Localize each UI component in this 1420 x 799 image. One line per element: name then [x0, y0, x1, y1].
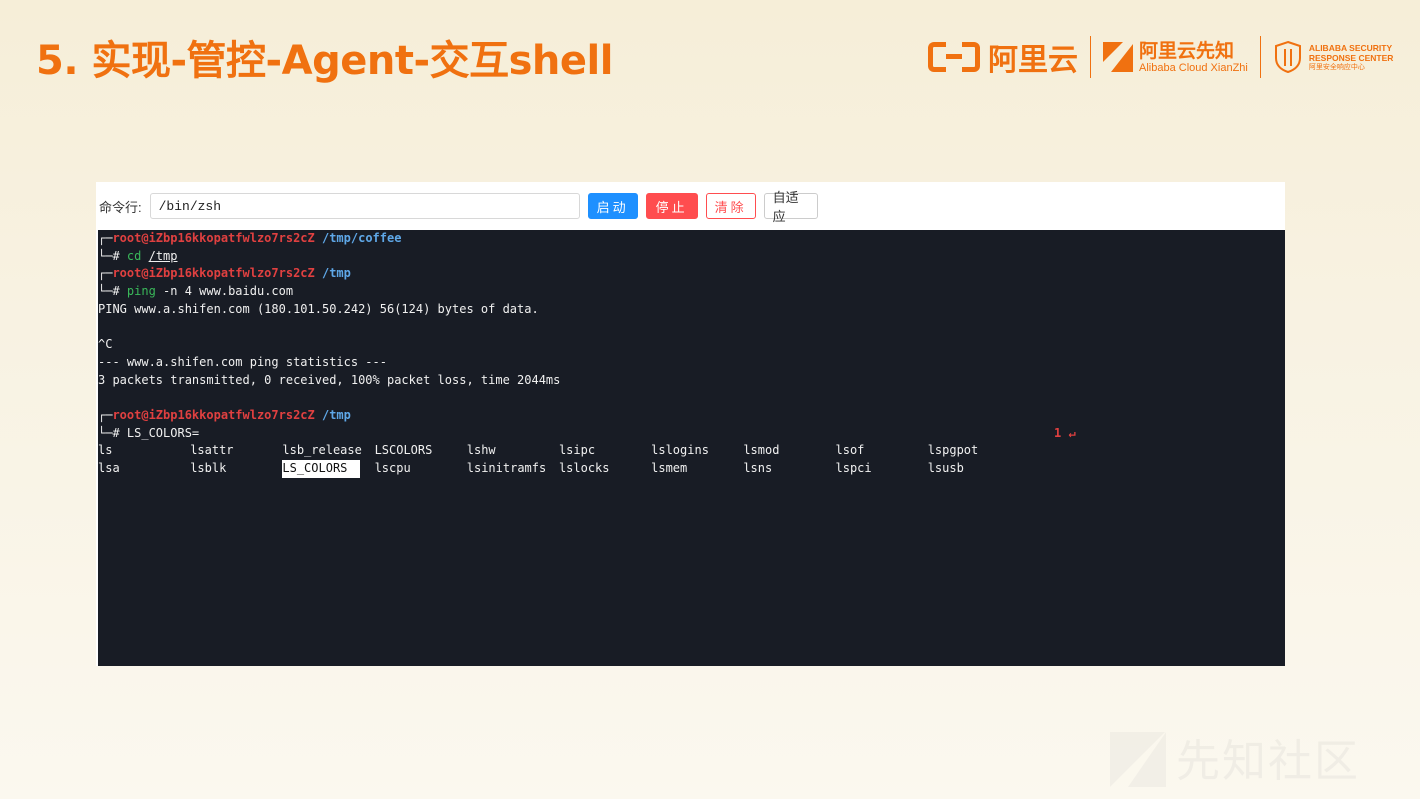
asrc-line1: ALIBABA SECURITY [1308, 42, 1393, 53]
cmd-input[interactable] [149, 193, 580, 219]
fit-button[interactable]: 自适应 [763, 190, 818, 224]
xianzhi-logo-cn: 阿里云先知 [1139, 39, 1235, 62]
completion-item: lsipc [558, 443, 596, 458]
terminal-line: └─# cd /tmp [98, 248, 178, 263]
completion-item: lslogins [651, 443, 709, 458]
prompt-path: /tmp [321, 266, 351, 281]
start-button[interactable]: 启动 [587, 193, 638, 219]
completion-item: LSCOLORS [374, 443, 433, 458]
terminal-blank [98, 389, 1285, 407]
terminal-output: ^C [98, 337, 113, 352]
completion-item: lsblk [190, 460, 227, 475]
logo-divider [1259, 36, 1261, 78]
completion-item: lsusb [927, 460, 964, 475]
terminal-line: └─# ping -n 4 www.baidu.com [98, 284, 294, 299]
prompt-user: root@iZbp16kkopatfwlzo7rs2cZ [112, 266, 315, 281]
shield-icon [1274, 40, 1301, 74]
aliyun-logo: 阿里云 [928, 35, 1078, 79]
completion-item: lslocks [558, 460, 610, 475]
slide-title: 5. 实现-管控-Agent-交互shell [36, 38, 613, 84]
terminal-line: ┌─root@iZbp16kkopatfwlzo7rs2cZ /tmp/coff… [98, 231, 402, 245]
xianzhi-logo-icon [1103, 42, 1133, 72]
completion-item: lsof [835, 443, 865, 458]
terminal-line: ┌─root@iZbp16kkopatfwlzo7rs2cZ /tmp [98, 407, 351, 422]
clear-button[interactable]: 清除 [705, 193, 756, 219]
completion-row: lsa lsblk LS_COLORS lscpu lsinitramfs lslocks… [98, 459, 1285, 478]
terminal-line: └─# LS_COLORS= 1 ↵ [98, 425, 1285, 443]
completion-item: lsb_release [282, 443, 362, 458]
xianzhi-logo-en: Alibaba Cloud XianZhi [1139, 61, 1248, 74]
aliyun-logo-icon [928, 42, 980, 72]
watermark-text: 先知社区 [1176, 736, 1360, 787]
completion-item: lsa [98, 460, 120, 475]
completion-item: lsns [743, 460, 773, 475]
command-name: cd [126, 248, 142, 263]
asrc-line3: 阿里安全响应中心 [1308, 63, 1365, 71]
terminal-output: 3 packets transmitted, 0 received, 100% … [98, 372, 561, 387]
completion-item-selected: LS_COLORS [282, 459, 361, 478]
prompt-path: /tmp/coffee [321, 231, 402, 245]
logo-divider [1090, 36, 1091, 78]
completion-item: ls [98, 443, 113, 458]
terminal[interactable]: ┌─root@iZbp16kkopatfwlzo7rs2cZ /tmp/coff… [98, 230, 1285, 666]
exit-status-marker: 1 ↵ [1054, 425, 1076, 440]
logo-group: 阿里云 阿里云先知 Alibaba Cloud XianZhi ALIBABA … [928, 34, 1393, 80]
terminal-blank [98, 318, 1285, 336]
terminal-output: --- www.a.shifen.com ping statistics --- [98, 354, 387, 369]
aliyun-logo-text: 阿里云 [988, 43, 1078, 78]
cmd-label: 命令行: [99, 199, 142, 215]
stop-button[interactable]: 停止 [645, 193, 698, 219]
completion-item: lshw [466, 443, 496, 458]
completion-item: lsmod [743, 443, 780, 458]
command-args: -n 4 www.baidu.com [163, 284, 294, 299]
asrc-line2: RESPONSE CENTER [1308, 52, 1394, 63]
terminal-output: PING www.a.shifen.com (180.101.50.242) 5… [98, 301, 539, 316]
completion-item: lsmem [651, 460, 688, 475]
completion-item: lspci [835, 460, 872, 475]
completion-item: lsattr [190, 443, 234, 458]
watermark-logo-icon [1110, 727, 1168, 787]
completion-item: lscpu [374, 460, 411, 475]
command-arg: /tmp [148, 248, 178, 263]
completion-item: lsinitramfs [466, 460, 547, 475]
command-name: ping [126, 284, 156, 299]
shell-panel: 命令行: 启动 停止 清除 自适应 ┌─root@iZbp16kkopatfwl… [96, 182, 1285, 666]
completion-item: lspgpot [927, 443, 979, 458]
completion-row: ls lsattr lsb_release LSCOLORS lshw lsipc lslo… [98, 442, 1285, 460]
asrc-logo: ALIBABA SECURITY RESPONSE CENTER 阿里安全响应中… [1273, 40, 1394, 74]
prompt-user: root@iZbp16kkopatfwlzo7rs2cZ [112, 407, 315, 422]
terminal-line: ┌─root@iZbp16kkopatfwlzo7rs2cZ /tmp [98, 266, 351, 281]
prompt-path: /tmp [321, 407, 351, 422]
command-text: LS_COLORS= [126, 425, 200, 440]
watermark: 先知社区 [1110, 725, 1360, 789]
toolbar: 命令行: 启动 停止 清除 自适应 [96, 182, 1285, 230]
prompt-user: root@iZbp16kkopatfwlzo7rs2cZ [112, 231, 315, 245]
xianzhi-logo: 阿里云先知 Alibaba Cloud XianZhi [1103, 40, 1248, 75]
